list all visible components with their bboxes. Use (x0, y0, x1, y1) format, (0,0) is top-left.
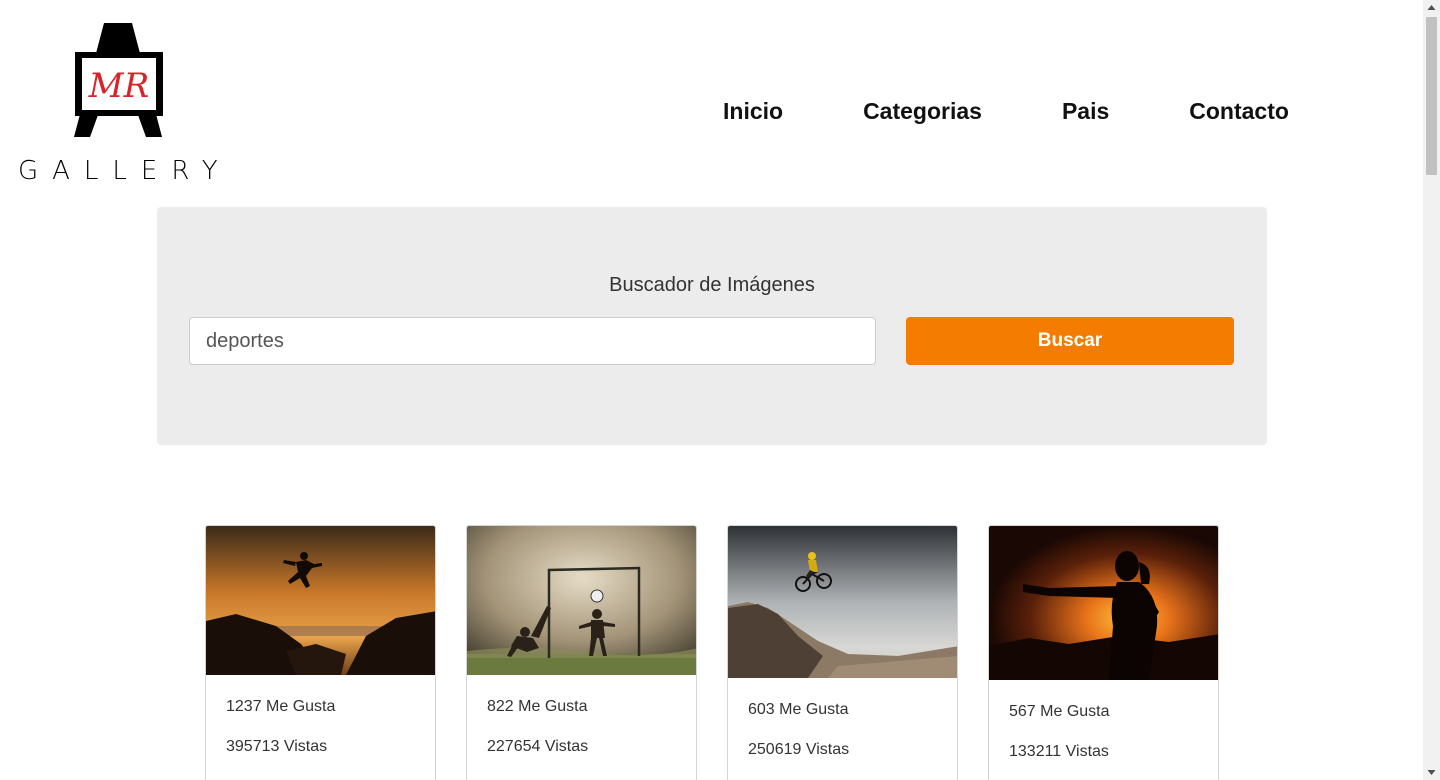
result-card[interactable]: 567 Me Gusta 133211 Vistas (988, 525, 1219, 780)
nav-categorias[interactable]: Categorias (863, 96, 982, 126)
page: MR GALLERY Inicio Categorias Pais Contac… (0, 0, 1423, 780)
result-card[interactable]: 1237 Me Gusta 395713 Vistas (205, 525, 436, 780)
search-button[interactable]: Buscar (906, 317, 1234, 365)
likes-count: 822 Me Gusta (487, 698, 588, 715)
result-card[interactable]: 603 Me Gusta 250619 Vistas (727, 525, 958, 780)
vertical-scrollbar[interactable] (1423, 0, 1440, 780)
nav-pais[interactable]: Pais (1062, 96, 1109, 126)
views-count: 133211 Vistas (1009, 743, 1109, 760)
result-card[interactable]: 822 Me Gusta 227654 Vistas (466, 525, 697, 780)
likes-count: 567 Me Gusta (1009, 703, 1110, 720)
search-input[interactable] (189, 317, 876, 365)
result-image-jumper[interactable] (206, 526, 435, 675)
views-count: 227654 Vistas (487, 738, 589, 755)
result-image-soccer[interactable] (467, 526, 696, 675)
logo-wordmark: GALLERY (18, 156, 232, 186)
easel-logo-icon: MR (74, 23, 163, 137)
scroll-thumb[interactable] (1426, 17, 1437, 175)
nav-inicio[interactable]: Inicio (723, 96, 783, 126)
logo[interactable]: MR GALLERY (18, 20, 222, 186)
search-title: Buscador de Imágenes (609, 274, 815, 296)
nav-contacto[interactable]: Contacto (1189, 96, 1289, 126)
scroll-up-arrow-icon[interactable] (1423, 0, 1440, 17)
likes-count: 603 Me Gusta (748, 701, 849, 718)
likes-count: 1237 Me Gusta (226, 698, 336, 715)
main-nav: Inicio Categorias Pais Contacto (723, 96, 1289, 126)
result-image-bike[interactable] (728, 526, 957, 678)
logo-monogram: MR (88, 66, 149, 106)
search-panel: Buscador de Imágenes Buscar (157, 207, 1267, 445)
views-count: 395713 Vistas (226, 738, 328, 755)
result-image-boxer[interactable] (989, 526, 1218, 680)
scroll-down-arrow-icon[interactable] (1423, 763, 1440, 780)
views-count: 250619 Vistas (748, 741, 850, 758)
